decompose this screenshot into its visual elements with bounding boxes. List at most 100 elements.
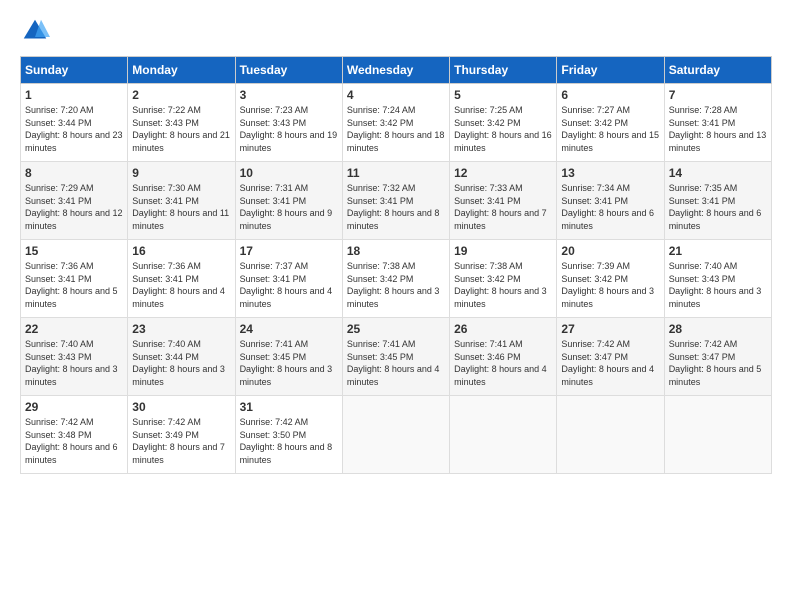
calendar-cell: 12 Sunrise: 7:33 AMSunset: 3:41 PMDaylig… [450,162,557,240]
day-header-wednesday: Wednesday [342,57,449,84]
calendar-cell: 16 Sunrise: 7:36 AMSunset: 3:41 PMDaylig… [128,240,235,318]
day-header-sunday: Sunday [21,57,128,84]
day-info: Sunrise: 7:35 AMSunset: 3:41 PMDaylight:… [669,183,762,231]
calendar-cell: 13 Sunrise: 7:34 AMSunset: 3:41 PMDaylig… [557,162,664,240]
day-number: 19 [454,244,552,258]
day-info: Sunrise: 7:42 AMSunset: 3:47 PMDaylight:… [561,339,654,387]
day-header-thursday: Thursday [450,57,557,84]
day-number: 11 [347,166,445,180]
day-number: 28 [669,322,767,336]
day-info: Sunrise: 7:27 AMSunset: 3:42 PMDaylight:… [561,105,659,153]
main-container: SundayMondayTuesdayWednesdayThursdayFrid… [0,0,792,484]
day-info: Sunrise: 7:24 AMSunset: 3:42 PMDaylight:… [347,105,445,153]
calendar-cell [557,396,664,474]
day-info: Sunrise: 7:38 AMSunset: 3:42 PMDaylight:… [347,261,440,309]
day-info: Sunrise: 7:22 AMSunset: 3:43 PMDaylight:… [132,105,230,153]
logo [20,16,52,46]
calendar-cell: 17 Sunrise: 7:37 AMSunset: 3:41 PMDaylig… [235,240,342,318]
day-info: Sunrise: 7:29 AMSunset: 3:41 PMDaylight:… [25,183,123,231]
calendar-cell: 7 Sunrise: 7:28 AMSunset: 3:41 PMDayligh… [664,84,771,162]
calendar-cell: 23 Sunrise: 7:40 AMSunset: 3:44 PMDaylig… [128,318,235,396]
day-info: Sunrise: 7:20 AMSunset: 3:44 PMDaylight:… [25,105,123,153]
calendar-cell: 18 Sunrise: 7:38 AMSunset: 3:42 PMDaylig… [342,240,449,318]
day-info: Sunrise: 7:42 AMSunset: 3:50 PMDaylight:… [240,417,333,465]
day-number: 21 [669,244,767,258]
day-number: 22 [25,322,123,336]
day-number: 10 [240,166,338,180]
day-info: Sunrise: 7:37 AMSunset: 3:41 PMDaylight:… [240,261,333,309]
day-info: Sunrise: 7:34 AMSunset: 3:41 PMDaylight:… [561,183,654,231]
calendar-cell: 2 Sunrise: 7:22 AMSunset: 3:43 PMDayligh… [128,84,235,162]
day-number: 12 [454,166,552,180]
day-info: Sunrise: 7:30 AMSunset: 3:41 PMDaylight:… [132,183,229,231]
calendar-week-4: 22 Sunrise: 7:40 AMSunset: 3:43 PMDaylig… [21,318,772,396]
day-number: 30 [132,400,230,414]
calendar-cell: 21 Sunrise: 7:40 AMSunset: 3:43 PMDaylig… [664,240,771,318]
calendar-week-2: 8 Sunrise: 7:29 AMSunset: 3:41 PMDayligh… [21,162,772,240]
day-number: 26 [454,322,552,336]
day-info: Sunrise: 7:41 AMSunset: 3:45 PMDaylight:… [240,339,333,387]
day-number: 14 [669,166,767,180]
day-number: 27 [561,322,659,336]
day-number: 2 [132,88,230,102]
calendar-cell: 15 Sunrise: 7:36 AMSunset: 3:41 PMDaylig… [21,240,128,318]
calendar-cell [664,396,771,474]
calendar-cell: 19 Sunrise: 7:38 AMSunset: 3:42 PMDaylig… [450,240,557,318]
day-info: Sunrise: 7:42 AMSunset: 3:47 PMDaylight:… [669,339,762,387]
calendar-cell: 6 Sunrise: 7:27 AMSunset: 3:42 PMDayligh… [557,84,664,162]
day-info: Sunrise: 7:40 AMSunset: 3:44 PMDaylight:… [132,339,225,387]
day-number: 15 [25,244,123,258]
day-info: Sunrise: 7:31 AMSunset: 3:41 PMDaylight:… [240,183,333,231]
day-info: Sunrise: 7:28 AMSunset: 3:41 PMDaylight:… [669,105,767,153]
day-info: Sunrise: 7:40 AMSunset: 3:43 PMDaylight:… [25,339,118,387]
calendar-week-5: 29 Sunrise: 7:42 AMSunset: 3:48 PMDaylig… [21,396,772,474]
day-number: 31 [240,400,338,414]
calendar-cell: 25 Sunrise: 7:41 AMSunset: 3:45 PMDaylig… [342,318,449,396]
day-number: 9 [132,166,230,180]
calendar-cell: 20 Sunrise: 7:39 AMSunset: 3:42 PMDaylig… [557,240,664,318]
calendar-cell: 28 Sunrise: 7:42 AMSunset: 3:47 PMDaylig… [664,318,771,396]
calendar-cell: 27 Sunrise: 7:42 AMSunset: 3:47 PMDaylig… [557,318,664,396]
day-info: Sunrise: 7:39 AMSunset: 3:42 PMDaylight:… [561,261,654,309]
day-info: Sunrise: 7:41 AMSunset: 3:46 PMDaylight:… [454,339,547,387]
day-info: Sunrise: 7:41 AMSunset: 3:45 PMDaylight:… [347,339,440,387]
calendar-cell: 8 Sunrise: 7:29 AMSunset: 3:41 PMDayligh… [21,162,128,240]
calendar-cell: 9 Sunrise: 7:30 AMSunset: 3:41 PMDayligh… [128,162,235,240]
calendar-week-1: 1 Sunrise: 7:20 AMSunset: 3:44 PMDayligh… [21,84,772,162]
calendar-header-row: SundayMondayTuesdayWednesdayThursdayFrid… [21,57,772,84]
day-number: 16 [132,244,230,258]
day-number: 23 [132,322,230,336]
day-info: Sunrise: 7:25 AMSunset: 3:42 PMDaylight:… [454,105,552,153]
day-info: Sunrise: 7:23 AMSunset: 3:43 PMDaylight:… [240,105,338,153]
day-number: 25 [347,322,445,336]
calendar-cell [342,396,449,474]
day-number: 29 [25,400,123,414]
calendar-cell: 31 Sunrise: 7:42 AMSunset: 3:50 PMDaylig… [235,396,342,474]
day-number: 7 [669,88,767,102]
day-info: Sunrise: 7:33 AMSunset: 3:41 PMDaylight:… [454,183,547,231]
day-info: Sunrise: 7:36 AMSunset: 3:41 PMDaylight:… [25,261,118,309]
day-number: 17 [240,244,338,258]
calendar-cell: 5 Sunrise: 7:25 AMSunset: 3:42 PMDayligh… [450,84,557,162]
calendar-cell: 22 Sunrise: 7:40 AMSunset: 3:43 PMDaylig… [21,318,128,396]
calendar-cell: 24 Sunrise: 7:41 AMSunset: 3:45 PMDaylig… [235,318,342,396]
day-number: 3 [240,88,338,102]
day-header-tuesday: Tuesday [235,57,342,84]
day-header-saturday: Saturday [664,57,771,84]
day-number: 5 [454,88,552,102]
day-info: Sunrise: 7:40 AMSunset: 3:43 PMDaylight:… [669,261,762,309]
calendar-cell: 29 Sunrise: 7:42 AMSunset: 3:48 PMDaylig… [21,396,128,474]
day-number: 20 [561,244,659,258]
calendar-cell: 3 Sunrise: 7:23 AMSunset: 3:43 PMDayligh… [235,84,342,162]
day-info: Sunrise: 7:36 AMSunset: 3:41 PMDaylight:… [132,261,225,309]
logo-icon [20,16,50,46]
day-number: 1 [25,88,123,102]
day-number: 8 [25,166,123,180]
calendar-table: SundayMondayTuesdayWednesdayThursdayFrid… [20,56,772,474]
calendar-cell [450,396,557,474]
day-info: Sunrise: 7:32 AMSunset: 3:41 PMDaylight:… [347,183,440,231]
day-number: 24 [240,322,338,336]
day-info: Sunrise: 7:42 AMSunset: 3:49 PMDaylight:… [132,417,225,465]
calendar-cell: 26 Sunrise: 7:41 AMSunset: 3:46 PMDaylig… [450,318,557,396]
day-number: 4 [347,88,445,102]
